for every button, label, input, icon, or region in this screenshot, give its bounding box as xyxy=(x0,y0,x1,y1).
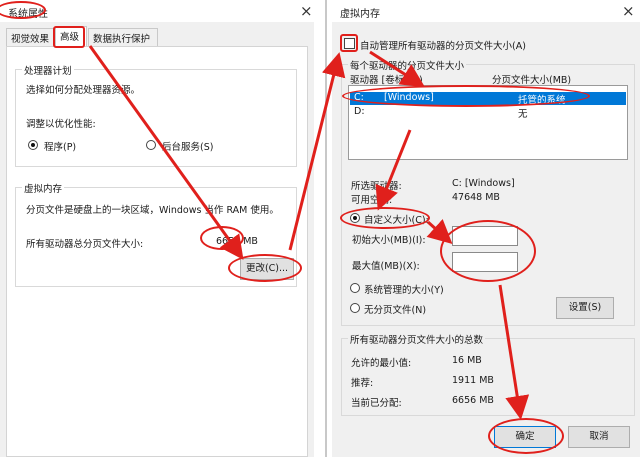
annotation-circle-inputs xyxy=(440,220,536,282)
dialog-close-icon[interactable]: × xyxy=(622,2,635,20)
annotation-box-checkbox xyxy=(340,34,358,52)
min-allowed-value: 16 MB xyxy=(452,355,482,366)
drive-letter: D: xyxy=(354,106,365,117)
cancel-button[interactable]: 取消 xyxy=(568,426,630,448)
recommended-value: 1911 MB xyxy=(452,375,494,386)
selected-drive-label: 所选驱动器: xyxy=(351,181,402,192)
advanced-panel: 处理器计划 选择如何分配处理器资源。 调整以优化性能: 程序(P) 后台服务(S… xyxy=(6,46,308,457)
auto-manage-label: 自动管理所有驱动器的分页文件大小(A) xyxy=(360,41,526,52)
virtual-memory-desc: 分页文件是硬盘上的一块区域，Windows 当作 RAM 使用。 xyxy=(26,205,279,216)
dialog-title: 虚拟内存 xyxy=(340,9,380,20)
current-label: 当前已分配: xyxy=(351,398,402,409)
tab-visual-effects[interactable]: 视觉效果 xyxy=(6,28,56,46)
set-button[interactable]: 设置(S) xyxy=(556,297,614,319)
programs-radio[interactable] xyxy=(28,140,38,150)
drive-size: 无 xyxy=(518,109,528,120)
virtual-memory-group-title: 虚拟内存 xyxy=(22,181,65,195)
no-paging-radio[interactable] xyxy=(350,303,360,313)
processor-group: 处理器计划 选择如何分配处理器资源。 调整以优化性能: 程序(P) 后台服务(S… xyxy=(15,63,297,167)
dialog-title-bar: 虚拟内存 × xyxy=(332,0,640,22)
drive-row-d[interactable]: D: 无 xyxy=(350,106,626,120)
min-allowed-label: 允许的最小值: xyxy=(351,358,412,369)
system-managed-radio[interactable] xyxy=(350,283,360,293)
annotation-circle-custom-size xyxy=(340,207,430,229)
free-space-value: 47648 MB xyxy=(452,192,500,203)
system-managed-label: 系统管理的大小(Y) xyxy=(364,285,444,296)
window-divider xyxy=(314,0,332,457)
totals-title: 所有驱动器分页文件大小的总数 xyxy=(348,332,486,346)
adjust-label: 调整以优化性能: xyxy=(26,119,96,130)
system-properties-window: 系统属性 × 视觉效果 高级 数据执行保护 处理器计划 选择如何分配处理器资源。… xyxy=(0,0,314,457)
annotation-circle-ok xyxy=(488,418,564,454)
annotation-circle-total xyxy=(200,226,244,250)
annotation-box-advanced-tab xyxy=(53,26,85,48)
services-label: 后台服务(S) xyxy=(162,142,214,153)
selected-drive-value: C: [Windows] xyxy=(452,178,515,189)
processor-desc: 选择如何分配处理器资源。 xyxy=(26,85,141,96)
window-divider-line xyxy=(325,0,327,457)
per-drive-title: 每个驱动器的分页文件大小 xyxy=(348,58,467,72)
free-space-label: 可用空间: xyxy=(351,195,393,206)
total-paging-label: 所有驱动器总分页文件大小: xyxy=(26,239,144,250)
tab-dep[interactable]: 数据执行保护 xyxy=(88,28,158,46)
annotation-circle-change xyxy=(228,254,302,282)
column-size: 分页文件大小(MB) xyxy=(492,75,572,86)
services-radio[interactable] xyxy=(146,140,156,150)
max-size-label: 最大值(MB)(X): xyxy=(352,261,420,272)
initial-size-label: 初始大小(MB)(I): xyxy=(352,235,426,246)
title-bar: 系统属性 × xyxy=(0,0,314,22)
column-drive: 驱动器 [卷标](D) xyxy=(350,75,423,86)
no-paging-label: 无分页文件(N) xyxy=(364,305,427,316)
annotation-circle-drive-row xyxy=(342,85,590,107)
programs-label: 程序(P) xyxy=(44,142,77,153)
processor-group-title: 处理器计划 xyxy=(22,63,74,77)
recommended-label: 推荐: xyxy=(351,378,374,389)
current-value: 6656 MB xyxy=(452,395,494,406)
close-icon[interactable]: × xyxy=(300,2,313,20)
